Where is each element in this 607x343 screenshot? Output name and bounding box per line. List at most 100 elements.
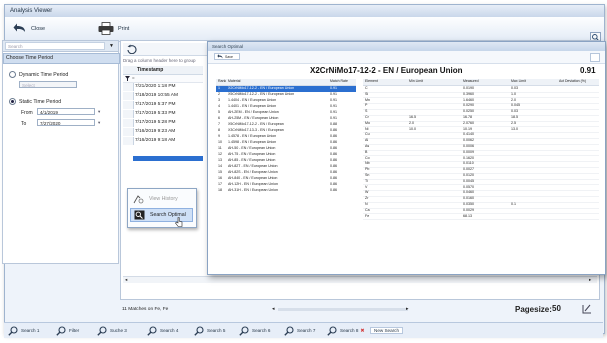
filter-icon[interactable] (125, 76, 130, 81)
timestamp-column-header[interactable]: Timestamp (137, 67, 163, 73)
col-rank[interactable]: Rank (218, 79, 226, 83)
pagesize-field[interactable]: 50 (552, 304, 574, 314)
element-cell: C (365, 86, 368, 90)
from-label: From (21, 110, 33, 116)
table-row[interactable]: 10 1.4598 - EN / European Union 0.86 (216, 140, 356, 146)
popup-minimize-button[interactable] (590, 53, 600, 62)
table-row[interactable]: 5 AH-2EM - EN / European Union 0.91 (216, 110, 356, 116)
col-material[interactable]: Material (228, 79, 240, 83)
slider-right-icon[interactable]: ▸ (406, 306, 409, 312)
tab-search-5[interactable]: Search 5 (194, 325, 225, 336)
tab-label: New Search (370, 327, 404, 334)
table-row[interactable]: 7/16/2019 9:23 AM (135, 128, 193, 136)
material-cell: 1.4598 - EN / European Union (228, 140, 277, 144)
element-cell: Mo (365, 120, 370, 125)
table-row[interactable]: 18 AH-31H - EN / European Union 0.86 (216, 188, 356, 194)
table-row[interactable]: Fe 68.13 (363, 214, 599, 221)
panel-pin-icon[interactable]: ▼ (109, 43, 116, 49)
table-row[interactable]: 7/21/2020 1:18 PM (135, 83, 193, 91)
col-max-limit[interactable]: Max Limit (511, 79, 526, 83)
tab-search-8[interactable]: Search 8 ✖ (327, 325, 365, 336)
pagesize-apply-icon[interactable] (581, 303, 593, 315)
tab-search-4[interactable]: Search 4 (147, 325, 178, 336)
element-cell: Ti (365, 178, 368, 183)
table-row[interactable]: 7/17/2019 5:33 PM (135, 110, 193, 118)
menu-item-view-history[interactable]: View History (130, 192, 193, 206)
material-cell: AH-840 - EN / European Union (228, 176, 278, 180)
col-match-rate[interactable]: Match Rate (330, 79, 348, 83)
table-row[interactable]: 4 1.4401 - EN / European Union 0.91 (216, 104, 356, 110)
rank-cell: 13 (218, 158, 222, 162)
max-limit-cell: 13.0 (511, 126, 518, 131)
max-limit-cell: 0.045 (511, 103, 520, 108)
table-row[interactable]: 1 X2CrNiMo17-12-2 - EN / European Union 0.… (216, 86, 356, 92)
table-row[interactable]: 3 1.4404 - EN / European Union 0.91 (216, 98, 356, 104)
tab-new-search[interactable]: New Search (370, 325, 404, 336)
tab-label: Search 6 (252, 328, 271, 333)
rank-cell: 17 (218, 182, 222, 186)
table-row[interactable]: 7/17/2019 5:37 PM (135, 101, 193, 109)
col-min-limit[interactable]: Min Limit (409, 79, 423, 83)
dynamic-radio[interactable] (9, 71, 16, 78)
col-deviation[interactable]: Act Deviation (%) (559, 79, 586, 83)
tab-search-6[interactable]: Search 6 (239, 325, 270, 336)
from-date-picker-icon[interactable]: ▾ (98, 109, 100, 115)
menu-item-search-optimal[interactable]: Search Optimal (130, 208, 193, 222)
element-cell: N (365, 202, 368, 206)
table-row[interactable]: 8 X3CrNiMo17-13-3 - EN / European 0.86 (216, 128, 356, 134)
back-arrow-icon (13, 23, 25, 32)
table-row[interactable]: 15 AH-82S - EN / European Union 0.86 (216, 170, 356, 176)
measured-cell: 0.0120 (463, 173, 474, 177)
static-radio[interactable] (9, 98, 16, 105)
table-row[interactable]: 11 AH-50 - EN / European Union 0.86 (216, 146, 356, 152)
tab-search-7[interactable]: Search 7 (284, 325, 315, 336)
panel-search-input[interactable]: Search (5, 42, 105, 50)
to-label: To (21, 121, 27, 127)
print-button[interactable]: Print (98, 22, 129, 35)
table-row[interactable]: 16 AH-840 - EN / European Union 0.86 (216, 176, 356, 182)
dynamic-label: Dynamic Time Period (19, 71, 69, 78)
to-date-field[interactable]: 7/27/2020 (37, 119, 95, 126)
slider-left-icon[interactable]: ◂ (272, 306, 275, 312)
element-cell: S (365, 109, 368, 114)
measured-cell: 0.0045 (463, 178, 474, 183)
col-measured[interactable]: Measured (463, 79, 479, 83)
table-row[interactable]: 7/18/2019 10:55 AM (135, 92, 193, 100)
element-cell: Si (365, 91, 369, 96)
table-row[interactable]: 9 1.4578 - EN / European Union 0.86 (216, 134, 356, 140)
table-row[interactable]: 6 AH-25M - EN / European Union 0.91 (216, 116, 356, 122)
close-tab-icon[interactable]: ✖ (360, 328, 364, 334)
rank-cell: 6 (218, 116, 220, 120)
table-row[interactable]: 7/17/2019 5:28 PM (135, 119, 193, 127)
horizontal-scrollbar[interactable]: ◂ ▸ (123, 276, 597, 283)
scroll-right-icon[interactable]: ▸ (589, 277, 591, 283)
scroll-left-icon[interactable]: ◂ (125, 277, 127, 283)
tab-suche-3[interactable]: Suche 3 (97, 325, 127, 336)
table-row[interactable]: 13 AH-85 - EN / European Union 0.86 (216, 158, 356, 164)
col-element[interactable]: Element (365, 79, 378, 83)
static-period-option[interactable]: Static Time Period (9, 98, 61, 105)
table-row[interactable]: 17 AH-12H - EN / European Union 0.86 (216, 182, 356, 188)
mouse-cursor-icon (175, 217, 183, 227)
popup-save-button[interactable]: Save (214, 53, 240, 60)
back-arrow-icon (217, 54, 223, 59)
search-tabs: Search 1 Filter Suche 3 Search 4 Search 5 Sea… (4, 322, 603, 338)
page-slider[interactable]: ◂ ▸ (272, 306, 409, 312)
selected-row[interactable] (133, 156, 203, 161)
close-button[interactable]: Close (13, 23, 45, 34)
refresh-icon[interactable] (126, 44, 138, 54)
table-row[interactable]: 2 X5CrNiMo17-12-2 - EN / European Union 0.… (216, 92, 356, 98)
dynamic-period-option[interactable]: Dynamic Time Period (9, 71, 68, 78)
tab-filter[interactable]: Filter (56, 325, 79, 336)
table-row[interactable]: 14 AH-82T - EN / European Union 0.86 (216, 164, 356, 170)
to-date-picker-icon[interactable]: ▾ (98, 120, 100, 126)
table-row[interactable]: 7/16/2019 9:18 AM (135, 137, 193, 145)
filter-operator[interactable]: = (132, 75, 135, 80)
table-row[interactable]: 12 AH-75 - EN / European Union 0.86 (216, 152, 356, 158)
dynamic-period-select[interactable]: Select (19, 81, 77, 88)
table-row[interactable]: 7 X5CrNiMo17-12-2 - EN / European 0.88 (216, 122, 356, 128)
tab-search-1[interactable]: Search 1 (8, 325, 39, 336)
row-indicator (123, 83, 134, 91)
match-rate-cell: 0.86 (330, 146, 337, 150)
from-date-field[interactable]: 4/1/2019 (37, 108, 95, 115)
